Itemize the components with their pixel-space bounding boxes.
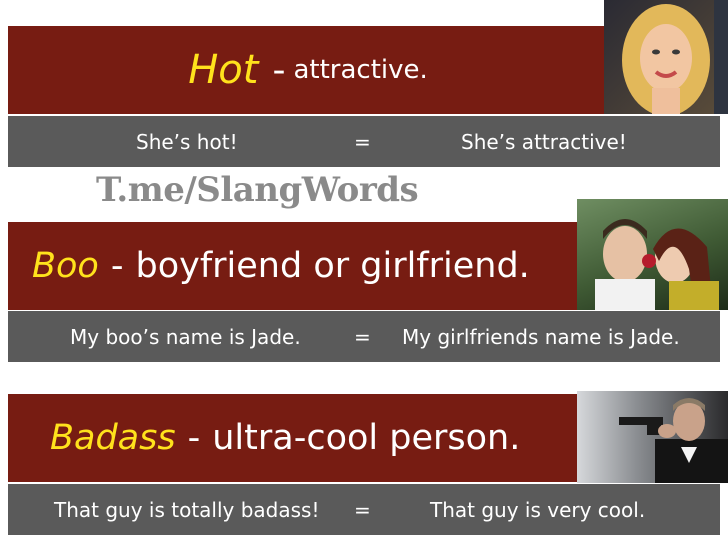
man-with-gun-photo bbox=[577, 391, 728, 483]
couple-with-rose-photo bbox=[577, 199, 728, 310]
channel-watermark: T.me/SlangWords bbox=[96, 170, 419, 210]
example-band-badass: That guy is totally badass! = That guy i… bbox=[8, 484, 720, 535]
equals-sign: = bbox=[354, 129, 371, 154]
title-band-badass: Badass - ultra-cool person. bbox=[8, 394, 578, 482]
example-band-hot: She’s hot! = She’s attractive! bbox=[8, 116, 720, 167]
title-band-hot: Hot - attractive. bbox=[8, 26, 608, 114]
slang-keyword: Hot bbox=[188, 47, 259, 93]
example-sentence: She’s hot! bbox=[136, 129, 238, 154]
slang-definition: ultra-cool person. bbox=[212, 418, 521, 458]
dash-separator: - bbox=[272, 49, 286, 91]
equals-sign: = bbox=[354, 497, 371, 522]
example-sentence: My boo’s name is Jade. bbox=[70, 324, 301, 349]
slang-keyword: Boo bbox=[32, 246, 99, 286]
slang-definition: attractive. bbox=[293, 55, 428, 85]
dash-separator: - bbox=[187, 418, 201, 458]
dash-separator: - bbox=[110, 246, 124, 286]
example-meaning: That guy is very cool. bbox=[430, 497, 646, 522]
example-sentence: That guy is totally badass! bbox=[54, 497, 320, 522]
title-band-boo: Boo - boyfriend or girlfriend. bbox=[8, 222, 578, 310]
blonde-woman-photo bbox=[604, 0, 728, 114]
slang-keyword: Badass bbox=[50, 418, 176, 458]
equals-sign: = bbox=[354, 324, 371, 349]
example-meaning: She’s attractive! bbox=[461, 129, 627, 154]
example-meaning: My girlfriends name is Jade. bbox=[402, 324, 680, 349]
slang-definition: boyfriend or girlfriend. bbox=[135, 246, 530, 286]
example-band-boo: My boo’s name is Jade. = My girlfriends … bbox=[8, 311, 720, 362]
